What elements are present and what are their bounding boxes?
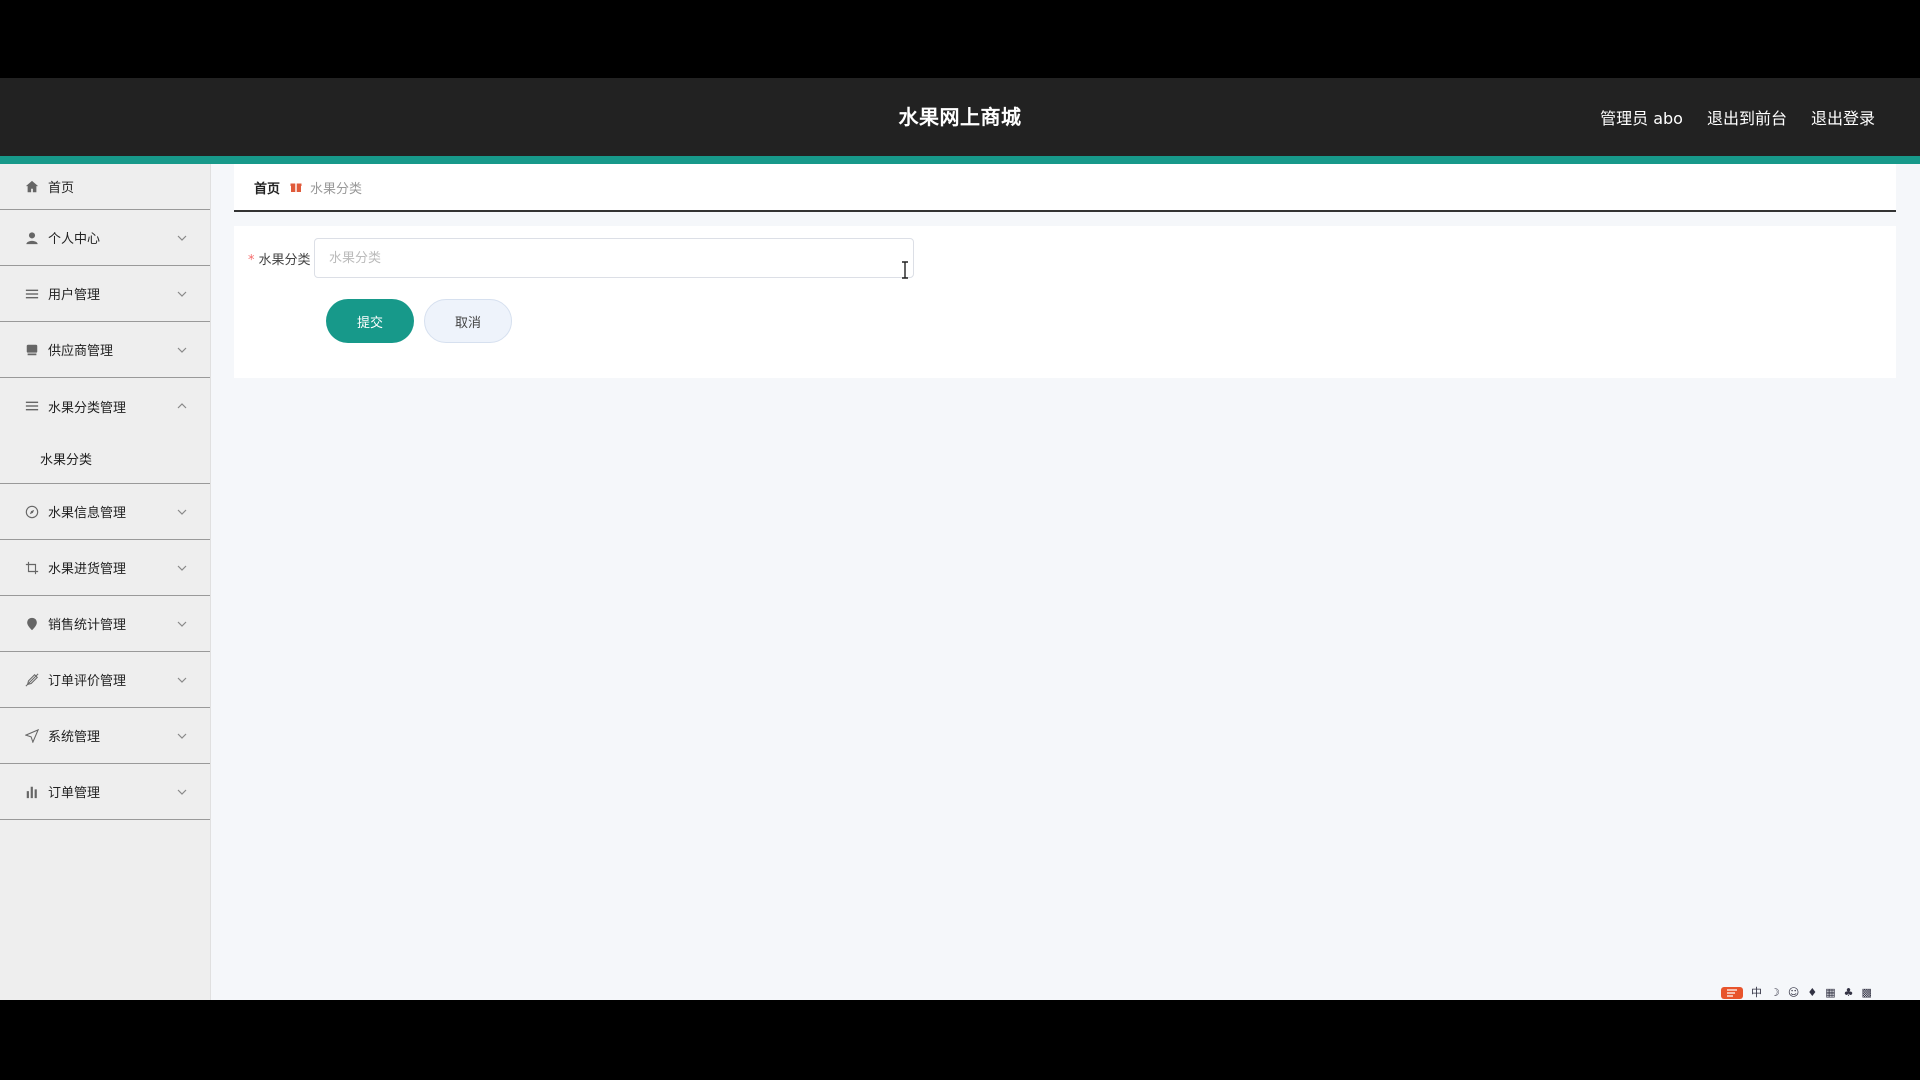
- header-actions: 管理员 abo 退出到前台 退出登录: [1600, 78, 1875, 156]
- sidebar-item-label: 系统管理: [48, 730, 101, 745]
- location-icon: [24, 616, 40, 632]
- crop-icon: [24, 560, 40, 576]
- tray-moon-icon[interactable]: ☽: [1770, 986, 1780, 999]
- sidebar-item-user-management[interactable]: 用户管理: [0, 266, 210, 322]
- sidebar-item-label: 销售统计管理: [48, 618, 127, 633]
- sidebar-item-label: 订单评价管理: [48, 674, 127, 689]
- chevron-down-icon: [177, 677, 187, 683]
- tray-emoji-icon[interactable]: ☺: [1788, 986, 1799, 999]
- chevron-down-icon: [177, 347, 187, 353]
- exit-to-front-link[interactable]: 退出到前台: [1707, 105, 1787, 129]
- sidebar-subitem-label: 水果分类: [40, 453, 93, 468]
- bar-chart-icon: [24, 784, 40, 800]
- sidebar-item-personal-center[interactable]: 个人中心: [0, 210, 210, 266]
- home-icon: [24, 179, 40, 195]
- compass-icon: [24, 504, 40, 520]
- sidebar-item-label: 个人中心: [48, 232, 101, 247]
- submit-button[interactable]: 提交: [326, 299, 414, 343]
- ime-logo-icon[interactable]: [1721, 985, 1743, 999]
- tray-shirt-icon[interactable]: ♣: [1844, 986, 1854, 999]
- user-icon: [24, 230, 40, 246]
- sidebar-item-label: 水果分类管理: [48, 400, 127, 416]
- required-mark: *: [248, 252, 255, 268]
- sidebar-subitem-fruit-category[interactable]: 水果分类: [0, 434, 210, 484]
- sidebar-item-order-management[interactable]: 订单管理: [0, 764, 210, 820]
- list-icon: [24, 398, 40, 414]
- breadcrumb-current: 水果分类: [310, 181, 363, 197]
- sidebar-item-fruit-category-management[interactable]: 水果分类管理: [0, 378, 210, 434]
- category-form: *水果分类 提交 取消: [234, 226, 1896, 378]
- chevron-down-icon: [177, 565, 187, 571]
- tray-keyboard-icon[interactable]: ▦: [1825, 986, 1835, 999]
- sidebar-item-label: 水果进货管理: [48, 562, 127, 577]
- store-icon: [24, 342, 40, 358]
- form-label: * 水果分类: [248, 249, 314, 268]
- header-accent-bar: [0, 156, 1920, 164]
- chevron-up-icon: [177, 403, 187, 409]
- gift-icon: [290, 181, 302, 193]
- sidebar: 首页 个人中心 用户管理 供应商管理 水果分类管理 水果分类 水果信息管理 水果…: [0, 164, 211, 1000]
- sidebar-item-label: 水果信息管理: [48, 506, 127, 521]
- top-header: 水果网上商城 管理员 abo 退出到前台 退出登录: [0, 78, 1920, 156]
- sidebar-item-label: 首页: [48, 181, 75, 196]
- fruit-category-input[interactable]: [314, 238, 914, 278]
- sidebar-item-home[interactable]: 首页: [0, 164, 210, 210]
- form-actions: 提交 取消: [326, 299, 512, 343]
- edit-off-icon: [24, 672, 40, 688]
- ime-mode-label[interactable]: 中: [1751, 984, 1762, 1000]
- sidebar-item-label: 订单管理: [48, 786, 101, 801]
- chevron-down-icon: [177, 789, 187, 795]
- admin-user[interactable]: 管理员 abo: [1600, 105, 1683, 129]
- sidebar-item-sales-stats-management[interactable]: 销售统计管理: [0, 596, 210, 652]
- form-row-fruit-category: * 水果分类: [248, 238, 914, 278]
- form-label-text: 水果分类: [258, 252, 311, 268]
- tray-grid-icon[interactable]: ▩: [1862, 986, 1872, 999]
- list-icon: [24, 286, 40, 302]
- system-tray: 中 ☽ ☺ ♦ ▦ ♣ ▩: [1715, 984, 1920, 1000]
- sidebar-item-label: 供应商管理: [48, 344, 114, 359]
- sidebar-item-supplier-management[interactable]: 供应商管理: [0, 322, 210, 378]
- breadcrumb: 首页 水果分类: [234, 164, 1896, 212]
- cancel-button[interactable]: 取消: [424, 299, 512, 343]
- sidebar-item-label: 用户管理: [48, 288, 101, 303]
- chevron-down-icon: [177, 291, 187, 297]
- text-cursor-icon: [902, 261, 908, 279]
- app-window: 水果网上商城 管理员 abo 退出到前台 退出登录 首页 个人中心 用户管理 供…: [0, 78, 1920, 1000]
- sidebar-item-fruit-info-management[interactable]: 水果信息管理: [0, 484, 210, 540]
- sidebar-item-fruit-purchase-management[interactable]: 水果进货管理: [0, 540, 210, 596]
- chevron-down-icon: [177, 235, 187, 241]
- sidebar-item-system-management[interactable]: 系统管理: [0, 708, 210, 764]
- breadcrumb-home-link[interactable]: 首页: [254, 178, 280, 197]
- logout-link[interactable]: 退出登录: [1811, 105, 1875, 129]
- sidebar-item-order-review-management[interactable]: 订单评价管理: [0, 652, 210, 708]
- send-icon: [24, 728, 40, 744]
- chevron-down-icon: [177, 621, 187, 627]
- tray-mic-icon[interactable]: ♦: [1807, 986, 1817, 999]
- chevron-down-icon: [177, 733, 187, 739]
- chevron-down-icon: [177, 509, 187, 515]
